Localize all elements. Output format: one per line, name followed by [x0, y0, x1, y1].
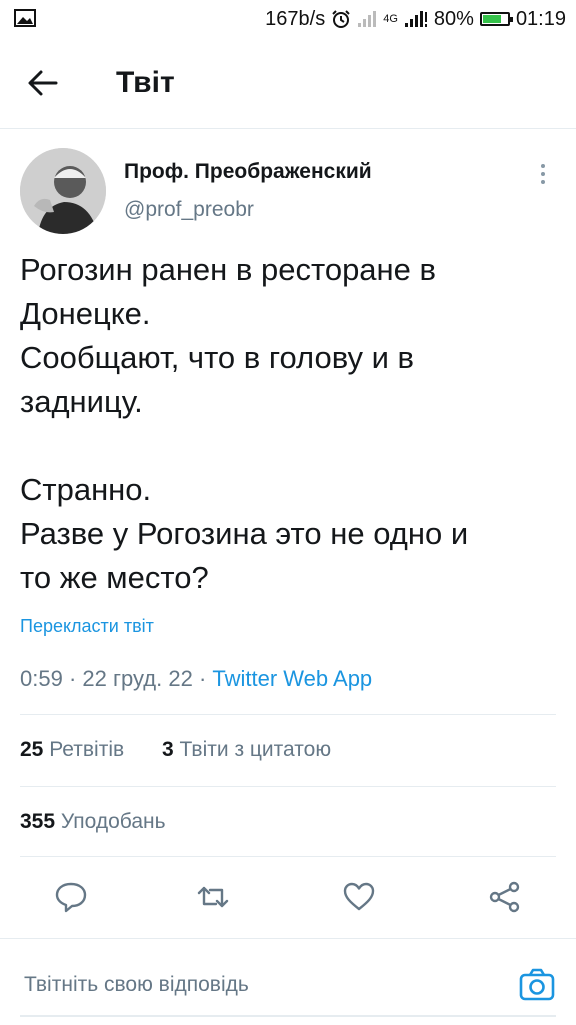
- like-heart-icon[interactable]: [342, 880, 376, 914]
- battery-icon: [479, 12, 513, 26]
- clock: 01:19: [515, 7, 566, 30]
- retweets-count: 25: [20, 738, 44, 761]
- tweet-line: Сообщают, что в голову и в: [20, 340, 415, 375]
- tweet-line-gap: [20, 424, 560, 468]
- tweet-line: Донецке.: [20, 296, 151, 331]
- battery-percent: 80%: [433, 7, 474, 30]
- meta-separator: ·: [198, 666, 213, 691]
- author-name[interactable]: Проф. Преображенский: [124, 160, 372, 184]
- tweet-line: Рогозин ранен в ресторане в: [20, 252, 436, 287]
- likes-stat[interactable]: 355 Уподобань: [20, 810, 166, 834]
- tweet-line: Разве у Рогозина это не одно и: [20, 516, 469, 551]
- translate-tweet-link[interactable]: Перекласти твіт: [20, 616, 154, 637]
- tweet-text: Рогозин ранен в ресторане в Донецке. Соо…: [20, 248, 560, 600]
- alarm-icon: [332, 10, 350, 28]
- status-right: 167b/s 4G 80% 01:19: [265, 7, 566, 31]
- reply-icon[interactable]: [54, 880, 88, 914]
- signal-icon: [404, 11, 427, 27]
- page-title: Твіт: [116, 66, 175, 99]
- likes-label: Уподобань: [60, 810, 166, 833]
- author-handle[interactable]: @prof_preobr: [124, 198, 254, 222]
- signal-weak-icon: [358, 11, 377, 27]
- reply-bar: Твітніть свою відповідь: [0, 938, 576, 1025]
- tweet-time: 0:59: [20, 666, 63, 691]
- tweet-meta: 0:59 · 22 груд. 22 · Twitter Web App: [20, 666, 372, 692]
- tweet-line: задницу.: [20, 384, 143, 419]
- header: Твіт: [0, 38, 576, 129]
- likes-count: 355: [20, 810, 56, 833]
- tweet-line: Странно.: [20, 472, 152, 507]
- meta-separator: ·: [68, 666, 83, 691]
- status-bar: 167b/s 4G 80% 01:19: [0, 0, 576, 38]
- action-bar: [0, 862, 576, 932]
- reply-input[interactable]: Твітніть свою відповідь: [24, 973, 249, 997]
- divider: [20, 714, 556, 715]
- divider: [20, 786, 556, 787]
- share-icon[interactable]: [488, 880, 522, 914]
- retweets-stat[interactable]: 25 Ретвітів: [20, 738, 124, 762]
- image-notification-icon: [14, 9, 36, 27]
- more-options-icon[interactable]: [536, 162, 550, 186]
- camera-icon[interactable]: [518, 967, 556, 1003]
- quotes-stat[interactable]: 3 Твіти з цитатою: [162, 738, 331, 762]
- avatar[interactable]: [20, 148, 106, 234]
- network-type: 4G: [383, 13, 398, 25]
- reply-underline: [20, 1015, 556, 1017]
- network-speed: 167b/s: [265, 7, 326, 30]
- tweet-source-link[interactable]: Twitter Web App: [212, 666, 372, 691]
- retweet-icon[interactable]: [196, 880, 230, 914]
- quotes-count: 3: [162, 738, 174, 761]
- back-arrow-icon[interactable]: [26, 68, 60, 98]
- tweet-line: то же место?: [20, 560, 209, 595]
- divider: [20, 856, 556, 857]
- retweets-label: Ретвітів: [49, 738, 125, 761]
- quotes-label: Твіти з цитатою: [179, 738, 332, 761]
- tweet-date: 22 груд. 22: [82, 666, 193, 691]
